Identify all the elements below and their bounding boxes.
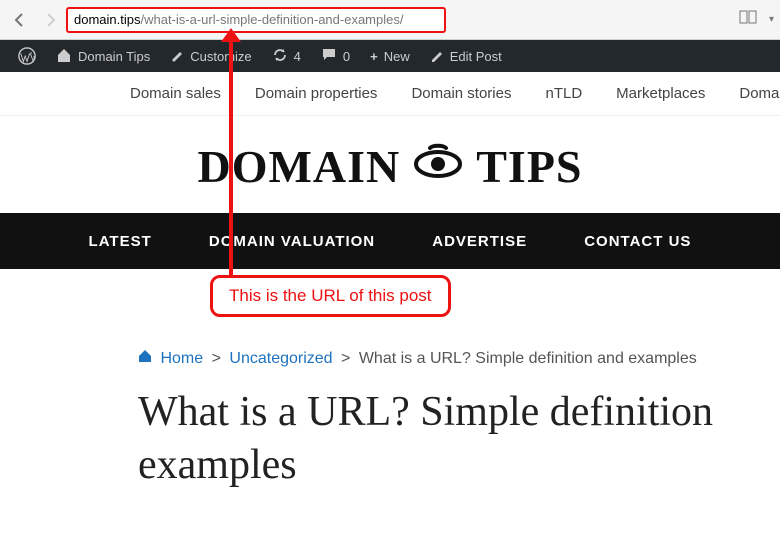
crumb-home[interactable]: Home [160, 350, 203, 367]
comment-icon [321, 47, 337, 66]
wp-customize[interactable]: Customize [160, 40, 261, 72]
nav-contact[interactable]: CONTACT US [584, 233, 691, 250]
wp-admin-bar: Domain Tips Customize 4 0 + New Edit Pos… [0, 40, 780, 72]
pencil-icon [430, 48, 444, 65]
logo-text-right: TIPS [476, 140, 582, 193]
url-host: domain.tips [74, 12, 140, 27]
annotation-box: This is the URL of this post [210, 275, 451, 317]
wp-comments-count: 0 [343, 49, 350, 64]
plus-icon: + [370, 49, 378, 64]
wp-updates[interactable]: 4 [262, 40, 311, 72]
wp-site-link[interactable]: Domain Tips [46, 40, 160, 72]
eye-icon [410, 140, 466, 193]
breadcrumb: Home > Uncategorized > What is a URL? Si… [138, 349, 780, 368]
subnav-item[interactable]: Marketplaces [616, 85, 705, 102]
url-path: /what-is-a-url-simple-definition-and-exa… [140, 12, 403, 27]
chrome-menu-chevron[interactable]: ▾ [769, 14, 774, 25]
subnav-item[interactable]: Domain stories [411, 85, 511, 102]
wp-new-label: New [384, 49, 410, 64]
nav-valuation[interactable]: DOMAIN VALUATION [209, 233, 375, 250]
subnav-item[interactable]: Domain sales [130, 85, 221, 102]
crumb-sep: > [341, 350, 350, 367]
reader-icon[interactable] [739, 10, 757, 29]
wp-updates-count: 4 [294, 49, 301, 64]
wp-customize-label: Customize [190, 49, 251, 64]
subnav-item[interactable]: Domain ex [739, 85, 780, 102]
wp-edit-post[interactable]: Edit Post [420, 40, 512, 72]
nav-advertise[interactable]: ADVERTISE [432, 233, 527, 250]
crumb-sep: > [212, 350, 221, 367]
brush-icon [170, 48, 184, 65]
wp-comments[interactable]: 0 [311, 40, 360, 72]
wp-edit-label: Edit Post [450, 49, 502, 64]
annotation-text: This is the URL of this post [229, 286, 432, 305]
url-bar[interactable]: domain.tips/what-is-a-url-simple-definit… [66, 7, 446, 33]
browser-chrome: domain.tips/what-is-a-url-simple-definit… [0, 0, 780, 40]
site-logo[interactable]: DOMAIN TIPS [0, 116, 780, 213]
nav-latest[interactable]: LATEST [89, 233, 152, 250]
wp-logo[interactable] [8, 40, 46, 72]
wp-new[interactable]: + New [360, 40, 420, 72]
back-button[interactable] [6, 6, 34, 34]
title-line: What is a URL? Simple definition [138, 389, 713, 435]
annotation-arrow-line [229, 36, 233, 278]
forward-button[interactable] [36, 6, 64, 34]
crumb-current: What is a URL? Simple definition and exa… [359, 350, 697, 367]
subnav-item[interactable]: Domain properties [255, 85, 378, 102]
title-line: examples [138, 442, 297, 488]
main-nav: LATEST DOMAIN VALUATION ADVERTISE CONTAC… [0, 213, 780, 269]
category-nav: Domain sales Domain properties Domain st… [0, 72, 780, 116]
crumb-category[interactable]: Uncategorized [229, 350, 332, 367]
home-icon [56, 47, 72, 66]
subnav-item[interactable]: nTLD [545, 85, 582, 102]
refresh-icon [272, 47, 288, 66]
logo-text-left: DOMAIN [197, 140, 400, 193]
home-icon [138, 350, 152, 367]
annotation-arrow-head [221, 28, 241, 42]
wp-site-name: Domain Tips [78, 49, 150, 64]
post-title: What is a URL? Simple definition example… [138, 386, 780, 491]
